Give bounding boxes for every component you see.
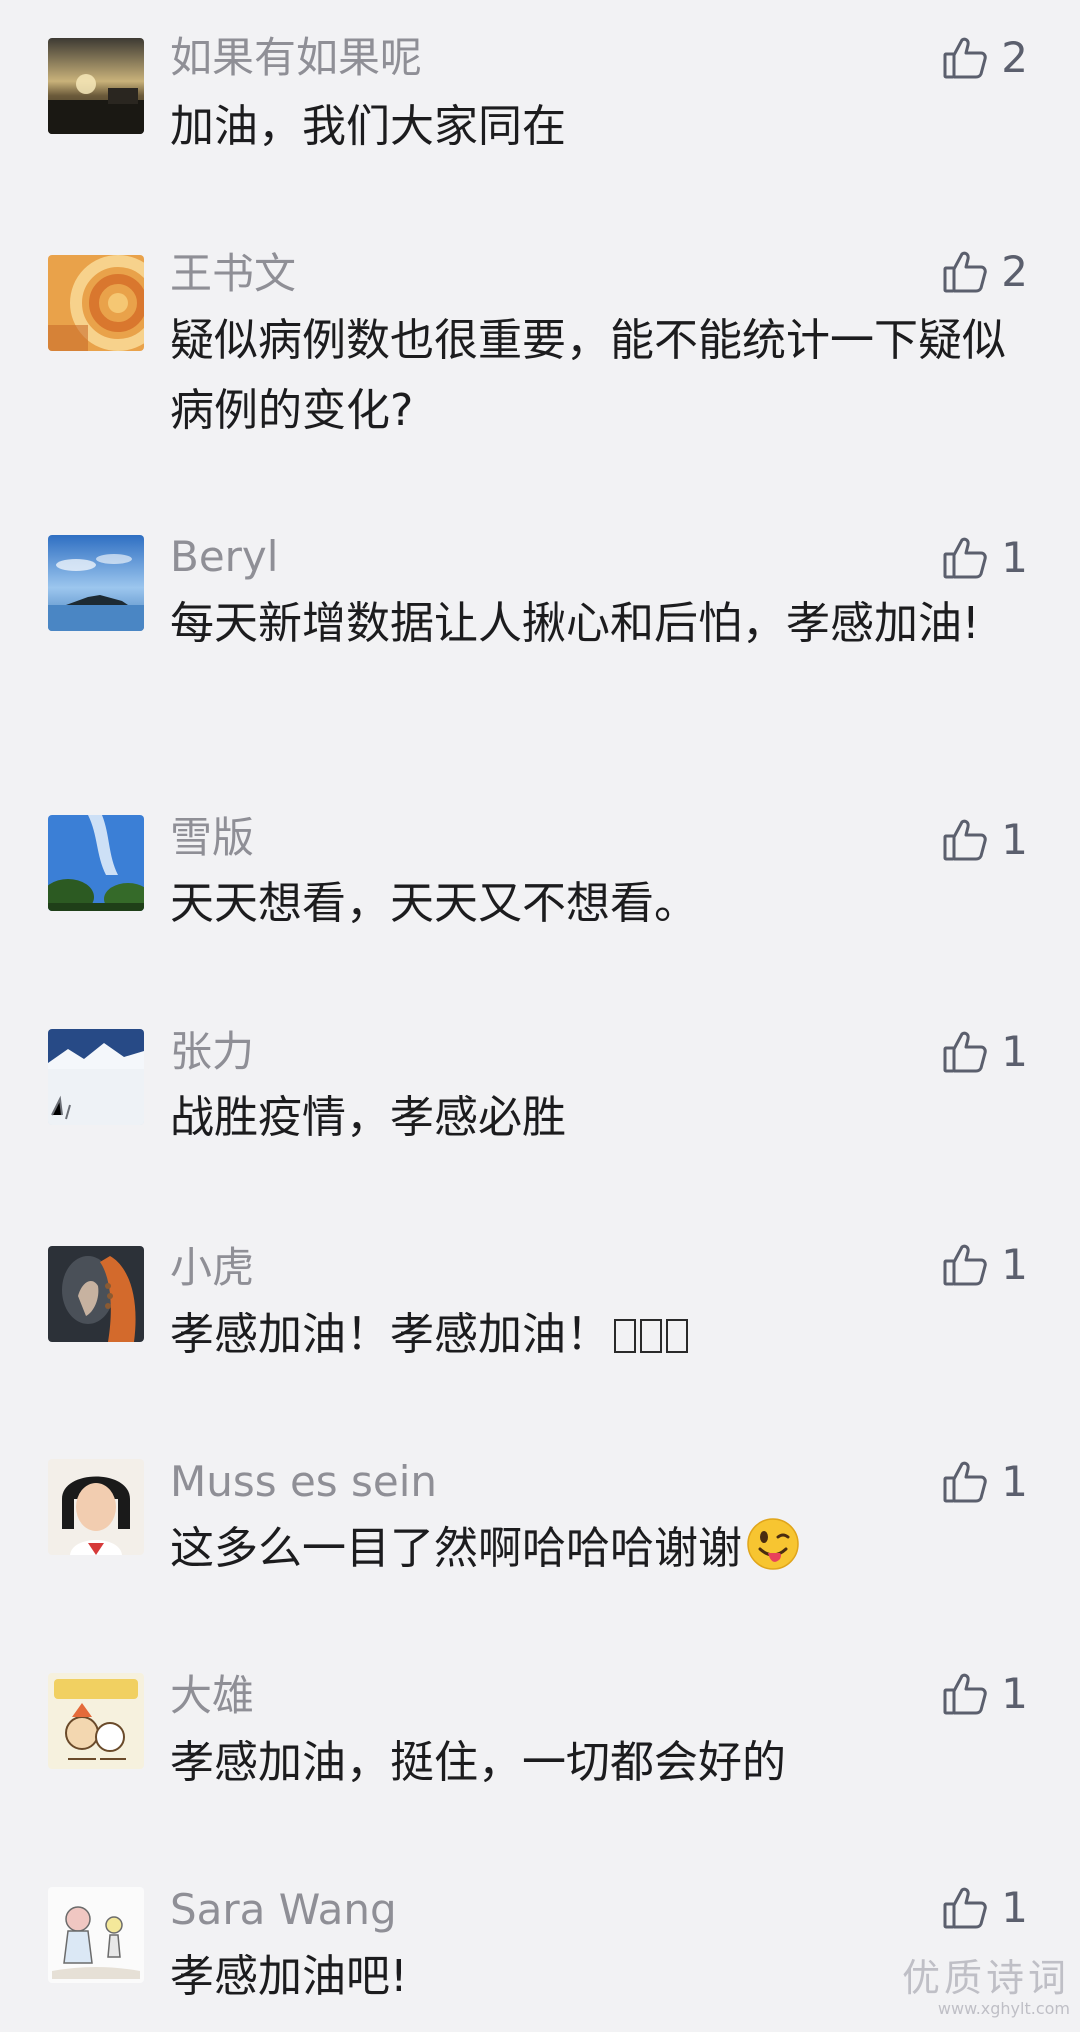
- comment-author: 如果有如果呢: [170, 33, 423, 82]
- comment-text: 加油，我们大家同在: [170, 101, 566, 152]
- avatar[interactable]: [48, 255, 144, 351]
- comment-author: 大雄: [170, 1671, 255, 1720]
- like-count: 1: [1001, 1883, 1028, 1932]
- like-button[interactable]: 1: [941, 1880, 1028, 1936]
- like-count: 2: [1001, 33, 1028, 82]
- comment-author: 王书文: [170, 249, 297, 298]
- thumbs-up-icon: [941, 1458, 989, 1506]
- thumbs-up-icon: [941, 816, 989, 864]
- avatar[interactable]: [48, 1887, 144, 1983]
- comment-author: 雪版: [170, 813, 255, 862]
- thumbs-up-icon: [941, 1670, 989, 1718]
- like-count: 1: [1001, 1457, 1028, 1506]
- avatar[interactable]: [48, 535, 144, 631]
- watermark-url: www.xghylt.com: [937, 1999, 1070, 2018]
- avatar-cartoon-sketch: [48, 1887, 144, 1983]
- avatar[interactable]: [48, 1459, 144, 1555]
- like-button[interactable]: 1: [941, 1237, 1028, 1293]
- avatar-orange-swirl-photo: [48, 255, 144, 351]
- comment-author: Sara Wang: [170, 1885, 397, 1934]
- avatar-praying-hands-photo: [48, 1246, 144, 1342]
- avatar[interactable]: [48, 1246, 144, 1342]
- comment-author: Beryl: [170, 532, 279, 581]
- missing-glyph-box: [666, 1319, 688, 1353]
- like-count: 1: [1001, 533, 1028, 582]
- like-button[interactable]: 1: [941, 530, 1028, 586]
- comment-text-body: 这多么一目了然啊哈哈哈谢谢: [170, 1523, 742, 1574]
- winking-tongue-emoji-icon: [746, 1517, 800, 1571]
- thumbs-up-icon: [941, 34, 989, 82]
- comment-author: 小虎: [170, 1243, 255, 1292]
- comment-text: 孝感加油！孝感加油！: [170, 1300, 1030, 1370]
- like-button[interactable]: 1: [941, 1454, 1028, 1510]
- avatar-snow-mountain-photo: [48, 1029, 144, 1125]
- avatar[interactable]: [48, 1673, 144, 1769]
- like-button[interactable]: 1: [941, 1666, 1028, 1722]
- like-button[interactable]: 1: [941, 812, 1028, 868]
- avatar-woman-portrait-photo: [48, 1459, 144, 1555]
- comment-text: 疑似病例数也很重要，能不能统计一下疑似病例的变化?: [170, 315, 1006, 436]
- thumbs-up-icon: [941, 534, 989, 582]
- avatar[interactable]: [48, 815, 144, 911]
- comment-text: 天天想看，天天又不想看。: [170, 878, 698, 929]
- like-button[interactable]: 2: [941, 244, 1028, 300]
- missing-glyph-box: [614, 1319, 636, 1353]
- thumbs-up-icon: [941, 1028, 989, 1076]
- avatar-island-sky-photo: [48, 535, 144, 631]
- comment-author: 张力: [170, 1027, 255, 1076]
- comment-text: 战胜疫情，孝感必胜: [170, 1092, 566, 1143]
- comment-author: Muss es sein: [170, 1457, 438, 1506]
- like-button[interactable]: 1: [941, 1024, 1028, 1080]
- like-count: 1: [1001, 815, 1028, 864]
- watermark-title: 优质诗词: [901, 1956, 1070, 2000]
- comment-text: 每天新增数据让人揪心和后怕，孝感加油!: [170, 598, 980, 649]
- comment-text-body: 孝感加油！孝感加油！: [170, 1309, 610, 1360]
- avatar-blue-sky-trees-photo: [48, 815, 144, 911]
- avatar[interactable]: [48, 38, 144, 134]
- thumbs-up-icon: [941, 1241, 989, 1289]
- avatar-cartoon-sticker: [48, 1673, 144, 1769]
- like-count: 1: [1001, 1027, 1028, 1076]
- avatar[interactable]: [48, 1029, 144, 1125]
- like-button[interactable]: 2: [941, 30, 1028, 86]
- comment-text: 这多么一目了然啊哈哈哈谢谢: [170, 1514, 1030, 1584]
- like-count: 1: [1001, 1669, 1028, 1718]
- watermark: 优质诗词 www.xghylt.com: [902, 1956, 1070, 2018]
- like-count: 1: [1001, 1240, 1028, 1289]
- missing-glyph-box: [640, 1319, 662, 1353]
- thumbs-up-icon: [941, 248, 989, 296]
- thumbs-up-icon: [941, 1884, 989, 1932]
- like-count: 2: [1001, 247, 1028, 296]
- comment-text: 孝感加油，挺住，一切都会好的: [170, 1737, 786, 1788]
- avatar-sunset-photo: [48, 38, 144, 134]
